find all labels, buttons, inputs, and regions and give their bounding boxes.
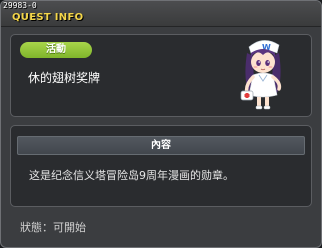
quest-id: 29983-0 bbox=[3, 1, 37, 10]
category-badge: 活動 bbox=[20, 42, 92, 58]
content-header: 內容 bbox=[17, 136, 305, 155]
window-title: QUEST INFO bbox=[12, 12, 84, 23]
quest-header-panel: 活動 休的翅树奖牌 W bbox=[10, 34, 312, 117]
quest-name: 休的翅树奖牌 bbox=[28, 71, 101, 85]
content-description: 这是纪念信义塔冒险岛9周年漫画的勋章。 bbox=[29, 169, 234, 182]
quest-info-window: 29983-0 QUEST INFO 活動 休的翅树奖牌 W 內容 这是纪念信义… bbox=[0, 0, 322, 248]
quest-status: 狀態：可開始 bbox=[20, 221, 86, 234]
npc-portrait: W bbox=[240, 40, 282, 110]
title-bar[interactable]: 29983-0 QUEST INFO bbox=[1, 1, 321, 27]
content-panel: 內容 这是纪念信义塔冒险岛9周年漫画的勋章。 bbox=[10, 125, 312, 207]
